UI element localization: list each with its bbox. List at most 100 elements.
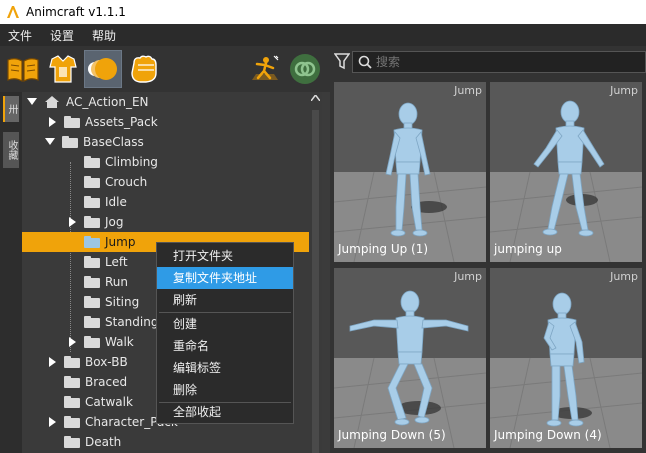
folder-icon bbox=[64, 356, 80, 368]
tree-item-idle[interactable]: Idle bbox=[22, 192, 309, 212]
thumbnail-caption: Jumping Up (1) bbox=[338, 242, 429, 256]
thumbnail-card[interactable]: Jump Jumping Up (1) bbox=[334, 82, 486, 262]
animation-circles-icon bbox=[88, 58, 117, 80]
folder-icon bbox=[62, 136, 78, 148]
character-preview-image bbox=[334, 82, 486, 262]
expand-down-icon bbox=[44, 136, 56, 148]
expand-right-icon bbox=[46, 416, 58, 428]
expand-right-icon bbox=[46, 116, 58, 128]
menu-item-rename[interactable]: 重命名 bbox=[157, 335, 293, 357]
tree-item-label: Left bbox=[105, 255, 128, 269]
folder-icon bbox=[84, 156, 100, 168]
fist-icon bbox=[131, 55, 157, 83]
tree-item-label: Braced bbox=[85, 375, 128, 389]
menu-item-copy-folder-path[interactable]: 复制文件夹地址 bbox=[157, 267, 293, 289]
thumbnail-card[interactable]: Jump jumping up bbox=[490, 82, 642, 262]
filter-icon[interactable] bbox=[334, 52, 350, 70]
library-book-button[interactable] bbox=[4, 50, 42, 88]
tree-item-death[interactable]: Death bbox=[22, 432, 309, 452]
folder-icon bbox=[64, 416, 80, 428]
armor-button[interactable] bbox=[44, 50, 82, 88]
tree-item-label: Jump bbox=[105, 235, 136, 249]
scroll-up-icon[interactable] bbox=[311, 95, 320, 101]
gesture-button[interactable] bbox=[124, 50, 162, 88]
tree-root[interactable]: AC_Action_EN bbox=[22, 92, 309, 112]
rigging-tool-button[interactable] bbox=[246, 50, 284, 88]
category-tag: Jump bbox=[610, 270, 638, 283]
tree-item-assets-pack[interactable]: Assets_Pack bbox=[22, 112, 309, 132]
asset-browser: Jump Jumping Up (1) Jump jumping up bbox=[330, 46, 646, 453]
tree-item-label: Standing bbox=[105, 315, 159, 329]
tree-item-label: Assets_Pack bbox=[85, 115, 158, 129]
character-preview-image bbox=[490, 268, 642, 448]
animation-button[interactable] bbox=[84, 50, 122, 88]
expand-right-icon bbox=[66, 336, 78, 348]
title-bar: Animcraft v1.1.1 bbox=[0, 0, 646, 24]
tree-scrollbar[interactable] bbox=[309, 92, 322, 453]
folder-icon bbox=[64, 436, 80, 448]
tree-item-label: Walk bbox=[105, 335, 134, 349]
tab-library[interactable]: 卅 bbox=[3, 96, 19, 122]
tree-item-jog[interactable]: Jog bbox=[22, 212, 309, 232]
book-icon bbox=[7, 58, 39, 83]
menu-item-delete[interactable]: 删除 bbox=[157, 379, 293, 401]
window-title: Animcraft v1.1.1 bbox=[26, 5, 126, 19]
tree-item-label: Jog bbox=[105, 215, 124, 229]
folder-icon bbox=[84, 196, 100, 208]
tab-favorites[interactable]: 收藏 bbox=[3, 132, 19, 168]
character-preview-image bbox=[490, 82, 642, 262]
rings-icon bbox=[290, 54, 320, 84]
scrollbar-thumb[interactable] bbox=[312, 110, 319, 453]
tree-item-label: Catwalk bbox=[85, 395, 133, 409]
folder-icon bbox=[84, 296, 100, 308]
menu-settings[interactable]: 设置 bbox=[42, 27, 82, 44]
tree-item-label: Climbing bbox=[105, 155, 158, 169]
folder-icon bbox=[84, 216, 100, 228]
folder-icon bbox=[64, 396, 80, 408]
link-toggle-button[interactable] bbox=[286, 50, 324, 88]
search-box[interactable] bbox=[352, 51, 646, 73]
tree-item-crouch[interactable]: Crouch bbox=[22, 172, 309, 192]
folder-icon bbox=[64, 376, 80, 388]
thumbnail-caption: Jumping Down (5) bbox=[338, 428, 446, 442]
folder-icon bbox=[84, 336, 100, 348]
menu-file[interactable]: 文件 bbox=[0, 27, 40, 44]
thumbnail-caption: jumping up bbox=[494, 242, 562, 256]
tree-item-label: Crouch bbox=[105, 175, 148, 189]
animcraft-logo-icon bbox=[7, 6, 19, 18]
menu-item-edit-tags[interactable]: 编辑标签 bbox=[157, 357, 293, 379]
folder-icon bbox=[84, 176, 100, 188]
home-icon bbox=[45, 96, 59, 108]
tree-item-label: Box-BB bbox=[85, 355, 128, 369]
folder-icon bbox=[84, 236, 100, 248]
toolbar bbox=[0, 46, 330, 92]
tree-item-label: BaseClass bbox=[83, 135, 144, 149]
menu-item-refresh[interactable]: 刷新 bbox=[157, 289, 293, 311]
tree-item-climbing[interactable]: Climbing bbox=[22, 152, 309, 172]
category-tag: Jump bbox=[454, 84, 482, 97]
thumbnail-card[interactable]: Jump Jumping Down (5) bbox=[334, 268, 486, 448]
thumbnail-caption: Jumping Down (4) bbox=[494, 428, 602, 442]
search-icon bbox=[358, 55, 372, 69]
tree-item-baseclass[interactable]: BaseClass bbox=[22, 132, 309, 152]
search-input[interactable] bbox=[376, 55, 636, 69]
menu-item-open-folder[interactable]: 打开文件夹 bbox=[157, 245, 293, 267]
context-menu: 打开文件夹 复制文件夹地址 刷新 创建 重命名 编辑标签 删除 全部收起 bbox=[156, 242, 294, 424]
tree-item-label: Death bbox=[85, 435, 122, 449]
folder-icon bbox=[64, 116, 80, 128]
menu-bar: 文件 设置 帮助 bbox=[0, 24, 646, 46]
side-tab-strip: 卅 收藏 bbox=[0, 92, 22, 453]
tree-item-label: Run bbox=[105, 275, 129, 289]
category-tag: Jump bbox=[610, 84, 638, 97]
menu-item-collapse-all[interactable]: 全部收起 bbox=[157, 401, 293, 423]
tree-item-label: Siting bbox=[105, 295, 140, 309]
character-preview-image bbox=[334, 268, 486, 448]
folder-icon bbox=[84, 276, 100, 288]
character-rig-icon bbox=[252, 55, 279, 80]
expand-down-icon bbox=[26, 96, 38, 108]
menu-help[interactable]: 帮助 bbox=[84, 27, 124, 44]
thumbnail-card[interactable]: Jump Jumping Down (4) bbox=[490, 268, 642, 448]
menu-item-create[interactable]: 创建 bbox=[157, 313, 293, 335]
tree-root-label: AC_Action_EN bbox=[66, 95, 149, 109]
expand-right-icon bbox=[46, 356, 58, 368]
